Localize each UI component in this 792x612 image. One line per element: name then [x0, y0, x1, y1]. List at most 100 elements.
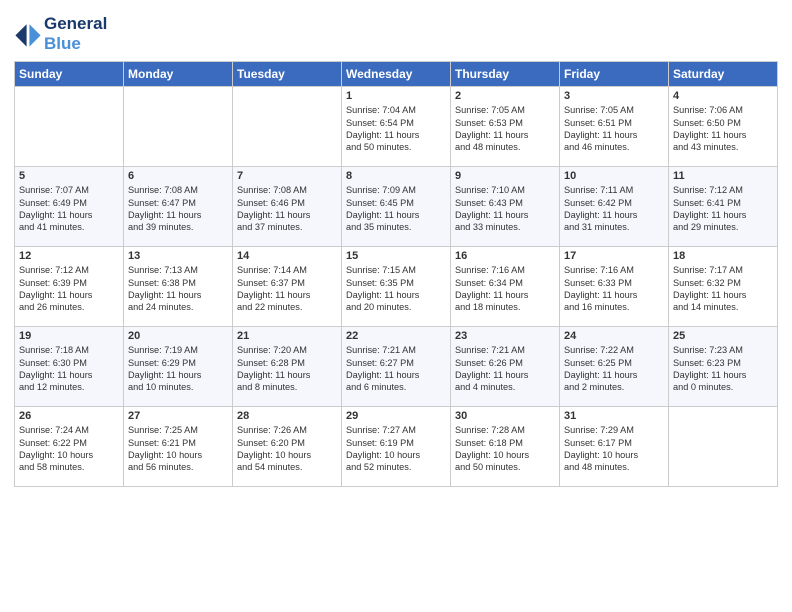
day-info: Sunrise: 7:11 AM Sunset: 6:42 PM Dayligh… [564, 184, 664, 234]
day-number: 9 [455, 170, 555, 182]
calendar-table: SundayMondayTuesdayWednesdayThursdayFrid… [14, 61, 778, 487]
day-number: 21 [237, 330, 337, 342]
day-number: 17 [564, 250, 664, 262]
calendar-cell: 5 Sunrise: 7:07 AM Sunset: 6:49 PM Daylig… [15, 167, 124, 247]
weekday-header: Monday [124, 62, 233, 87]
day-info: Sunrise: 7:29 AM Sunset: 6:17 PM Dayligh… [564, 424, 664, 474]
calendar-week-row: 5 Sunrise: 7:07 AM Sunset: 6:49 PM Daylig… [15, 167, 778, 247]
calendar-cell: 18Sunrise: 7:17 AM Sunset: 6:32 PM Dayli… [669, 247, 778, 327]
calendar-cell: 1 Sunrise: 7:04 AM Sunset: 6:54 PM Daylig… [342, 87, 451, 167]
day-info: Sunrise: 7:09 AM Sunset: 6:45 PM Dayligh… [346, 184, 446, 234]
day-number: 26 [19, 410, 119, 422]
day-number: 12 [19, 250, 119, 262]
calendar-cell [669, 407, 778, 487]
calendar-cell: 7Sunrise: 7:08 AM Sunset: 6:46 PM Daylig… [233, 167, 342, 247]
calendar-cell: 12 Sunrise: 7:12 AM Sunset: 6:39 PM Dayli… [15, 247, 124, 327]
day-info: Sunrise: 7:18 AM Sunset: 6:30 PM Dayligh… [19, 344, 119, 394]
weekday-header: Friday [560, 62, 669, 87]
day-info: Sunrise: 7:05 AM Sunset: 6:53 PM Dayligh… [455, 104, 555, 154]
day-number: 28 [237, 410, 337, 422]
calendar-cell: 17Sunrise: 7:16 AM Sunset: 6:33 PM Dayli… [560, 247, 669, 327]
day-info: Sunrise: 7:19 AM Sunset: 6:29 PM Dayligh… [128, 344, 228, 394]
day-info: Sunrise: 7:24 AM Sunset: 6:22 PM Dayligh… [19, 424, 119, 474]
day-number: 25 [673, 330, 773, 342]
calendar-week-row: 1 Sunrise: 7:04 AM Sunset: 6:54 PM Daylig… [15, 87, 778, 167]
day-number: 3 [564, 90, 664, 102]
calendar-cell: 3 Sunrise: 7:05 AM Sunset: 6:51 PM Daylig… [560, 87, 669, 167]
calendar-cell: 16 Sunrise: 7:16 AM Sunset: 6:34 PM Dayli… [451, 247, 560, 327]
calendar-cell: 22 Sunrise: 7:21 AM Sunset: 6:27 PM Dayli… [342, 327, 451, 407]
day-number: 14 [237, 250, 337, 262]
day-number: 8 [346, 170, 446, 182]
weekday-header: Saturday [669, 62, 778, 87]
logo-icon [14, 20, 42, 48]
weekday-header: Thursday [451, 62, 560, 87]
day-info: Sunrise: 7:08 AM Sunset: 6:47 PM Dayligh… [128, 184, 228, 234]
logo: General Blue [14, 14, 107, 53]
weekday-header: Tuesday [233, 62, 342, 87]
day-number: 13 [128, 250, 228, 262]
calendar-cell: 24 Sunrise: 7:22 AM Sunset: 6:25 PM Dayli… [560, 327, 669, 407]
day-info: Sunrise: 7:28 AM Sunset: 6:18 PM Dayligh… [455, 424, 555, 474]
weekday-header: Wednesday [342, 62, 451, 87]
day-info: Sunrise: 7:07 AM Sunset: 6:49 PM Dayligh… [19, 184, 119, 234]
day-info: Sunrise: 7:13 AM Sunset: 6:38 PM Dayligh… [128, 264, 228, 314]
day-info: Sunrise: 7:08 AM Sunset: 6:46 PM Dayligh… [237, 184, 337, 234]
day-number: 5 [19, 170, 119, 182]
day-info: Sunrise: 7:05 AM Sunset: 6:51 PM Dayligh… [564, 104, 664, 154]
calendar-cell: 31Sunrise: 7:29 AM Sunset: 6:17 PM Dayli… [560, 407, 669, 487]
page-container: General Blue SundayMondayTuesdayWednesda… [0, 0, 792, 497]
calendar-cell: 14 Sunrise: 7:14 AM Sunset: 6:37 PM Dayli… [233, 247, 342, 327]
day-number: 11 [673, 170, 773, 182]
calendar-cell: 25 Sunrise: 7:23 AM Sunset: 6:23 PM Dayli… [669, 327, 778, 407]
day-info: Sunrise: 7:21 AM Sunset: 6:26 PM Dayligh… [455, 344, 555, 394]
day-number: 16 [455, 250, 555, 262]
calendar-cell: 8 Sunrise: 7:09 AM Sunset: 6:45 PM Daylig… [342, 167, 451, 247]
day-info: Sunrise: 7:04 AM Sunset: 6:54 PM Dayligh… [346, 104, 446, 154]
calendar-cell: 26 Sunrise: 7:24 AM Sunset: 6:22 PM Dayli… [15, 407, 124, 487]
day-info: Sunrise: 7:21 AM Sunset: 6:27 PM Dayligh… [346, 344, 446, 394]
day-number: 22 [346, 330, 446, 342]
calendar-cell: 11 Sunrise: 7:12 AM Sunset: 6:41 PM Dayli… [669, 167, 778, 247]
day-number: 24 [564, 330, 664, 342]
day-info: Sunrise: 7:14 AM Sunset: 6:37 PM Dayligh… [237, 264, 337, 314]
day-info: Sunrise: 7:25 AM Sunset: 6:21 PM Dayligh… [128, 424, 228, 474]
day-number: 27 [128, 410, 228, 422]
calendar-cell: 30 Sunrise: 7:28 AM Sunset: 6:18 PM Dayli… [451, 407, 560, 487]
calendar-cell: 28 Sunrise: 7:26 AM Sunset: 6:20 PM Dayli… [233, 407, 342, 487]
day-info: Sunrise: 7:12 AM Sunset: 6:39 PM Dayligh… [19, 264, 119, 314]
calendar-cell: 4Sunrise: 7:06 AM Sunset: 6:50 PM Daylig… [669, 87, 778, 167]
calendar-week-row: 26 Sunrise: 7:24 AM Sunset: 6:22 PM Dayli… [15, 407, 778, 487]
calendar-cell: 29 Sunrise: 7:27 AM Sunset: 6:19 PM Dayli… [342, 407, 451, 487]
day-number: 1 [346, 90, 446, 102]
calendar-cell: 13 Sunrise: 7:13 AM Sunset: 6:38 PM Dayli… [124, 247, 233, 327]
day-info: Sunrise: 7:15 AM Sunset: 6:35 PM Dayligh… [346, 264, 446, 314]
day-info: Sunrise: 7:26 AM Sunset: 6:20 PM Dayligh… [237, 424, 337, 474]
calendar-cell: 6 Sunrise: 7:08 AM Sunset: 6:47 PM Daylig… [124, 167, 233, 247]
day-number: 4 [673, 90, 773, 102]
calendar-cell: 9Sunrise: 7:10 AM Sunset: 6:43 PM Daylig… [451, 167, 560, 247]
calendar-cell [124, 87, 233, 167]
calendar-cell: 19Sunrise: 7:18 AM Sunset: 6:30 PM Dayli… [15, 327, 124, 407]
day-info: Sunrise: 7:16 AM Sunset: 6:34 PM Dayligh… [455, 264, 555, 314]
day-number: 29 [346, 410, 446, 422]
day-number: 20 [128, 330, 228, 342]
day-info: Sunrise: 7:27 AM Sunset: 6:19 PM Dayligh… [346, 424, 446, 474]
day-number: 30 [455, 410, 555, 422]
calendar-cell [233, 87, 342, 167]
day-info: Sunrise: 7:20 AM Sunset: 6:28 PM Dayligh… [237, 344, 337, 394]
day-number: 15 [346, 250, 446, 262]
weekday-header: Sunday [15, 62, 124, 87]
calendar-cell: 2Sunrise: 7:05 AM Sunset: 6:53 PM Daylig… [451, 87, 560, 167]
page-header: General Blue [14, 10, 778, 53]
calendar-cell: 10 Sunrise: 7:11 AM Sunset: 6:42 PM Dayli… [560, 167, 669, 247]
day-info: Sunrise: 7:12 AM Sunset: 6:41 PM Dayligh… [673, 184, 773, 234]
day-number: 6 [128, 170, 228, 182]
weekday-header-row: SundayMondayTuesdayWednesdayThursdayFrid… [15, 62, 778, 87]
day-info: Sunrise: 7:22 AM Sunset: 6:25 PM Dayligh… [564, 344, 664, 394]
day-info: Sunrise: 7:23 AM Sunset: 6:23 PM Dayligh… [673, 344, 773, 394]
day-number: 10 [564, 170, 664, 182]
calendar-cell: 21 Sunrise: 7:20 AM Sunset: 6:28 PM Dayli… [233, 327, 342, 407]
calendar-cell: 23Sunrise: 7:21 AM Sunset: 6:26 PM Dayli… [451, 327, 560, 407]
calendar-cell: 20 Sunrise: 7:19 AM Sunset: 6:29 PM Dayli… [124, 327, 233, 407]
